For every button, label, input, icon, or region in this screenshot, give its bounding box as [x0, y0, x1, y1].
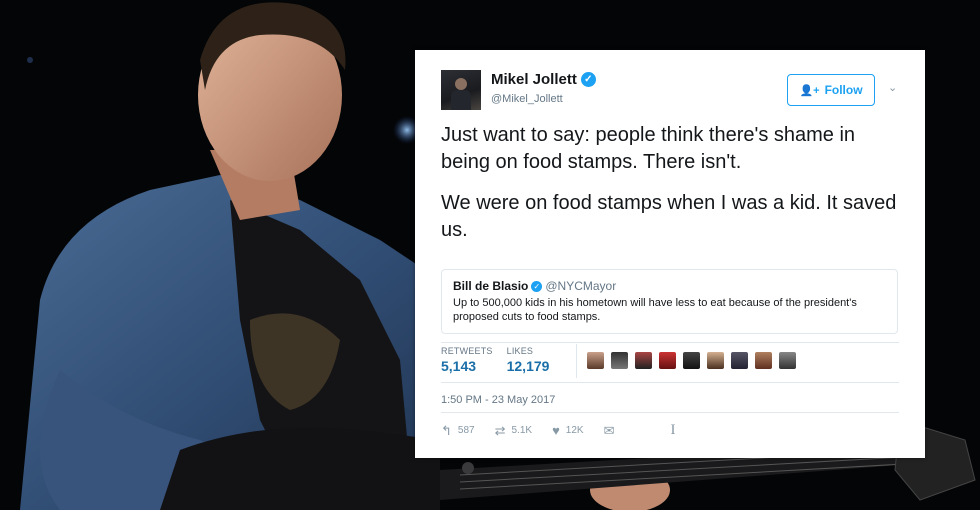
- author-name[interactable]: Mikel Jollett: [491, 71, 577, 88]
- tweet-text: Just want to say: people think there's s…: [441, 122, 901, 258]
- liker-avatar[interactable]: [635, 352, 652, 369]
- direct-message-button[interactable]: ✉: [604, 423, 621, 439]
- follow-button[interactable]: 👤+ Follow: [787, 74, 875, 106]
- divider: [441, 342, 899, 343]
- retweets-stat[interactable]: RETWEETS 5,143: [441, 346, 493, 374]
- quoted-tweet-text: Up to 500,000 kids in his hometown will …: [453, 297, 857, 323]
- like-button[interactable]: ♥ 12K: [552, 423, 584, 438]
- avatar[interactable]: [441, 70, 481, 110]
- reply-icon: ↰: [441, 422, 452, 438]
- author-handle[interactable]: @Mikel_Jollett: [491, 93, 563, 105]
- tweet-card: Mikel Jollett ✓ @Mikel_Jollett 👤+ Follow…: [415, 50, 925, 458]
- divider: [576, 344, 577, 378]
- liker-avatar[interactable]: [659, 352, 676, 369]
- likes-value: 12,179: [506, 358, 550, 374]
- tweet-paragraph: Just want to say: people think there's s…: [441, 124, 856, 173]
- tweet-stats: RETWEETS 5,143 LIKES 12,179: [441, 346, 563, 374]
- text-cursor-icon: I: [670, 422, 676, 438]
- author-name-row: Mikel Jollett ✓: [491, 71, 596, 88]
- direct-message-icon: ✉: [603, 422, 615, 438]
- heart-icon: ♥: [552, 423, 560, 438]
- retweets-label: RETWEETS: [441, 346, 493, 356]
- quoted-author-handle: @NYCMayor: [545, 279, 617, 293]
- liker-avatar[interactable]: [731, 352, 748, 369]
- retweets-value: 5,143: [441, 358, 477, 374]
- verified-badge-icon: ✓: [531, 280, 543, 292]
- retweet-button[interactable]: ⇄ 5.1K: [495, 423, 532, 439]
- liker-avatar[interactable]: [707, 352, 724, 369]
- liker-avatar[interactable]: [587, 352, 604, 369]
- like-count: 12K: [565, 425, 584, 436]
- retweet-icon: ⇄: [494, 422, 506, 438]
- divider: [441, 412, 899, 413]
- quoted-tweet-header: Bill de Blasio ✓ @NYCMayor: [453, 279, 886, 293]
- tweet-timestamp[interactable]: 1:50 PM - 23 May 2017: [441, 394, 555, 406]
- liker-avatar[interactable]: [611, 352, 628, 369]
- tweet-actions: ↰ 587 ⇄ 5.1K ♥ 12K ✉ I: [441, 422, 676, 439]
- likes-label: LIKES: [506, 346, 534, 356]
- quoted-author-name: Bill de Blasio: [453, 279, 529, 293]
- liker-avatar[interactable]: [779, 352, 796, 369]
- retweet-count: 5.1K: [511, 425, 533, 436]
- quoted-tweet[interactable]: Bill de Blasio ✓ @NYCMayor Up to 500,000…: [441, 269, 898, 334]
- person-add-icon: 👤+: [799, 84, 820, 97]
- follow-label: Follow: [824, 83, 863, 97]
- chevron-down-icon[interactable]: ⌄: [888, 81, 897, 94]
- likers-avatars: [587, 352, 803, 369]
- likes-stat[interactable]: LIKES 12,179: [507, 346, 550, 374]
- liker-avatar[interactable]: [755, 352, 772, 369]
- tweet-paragraph: We were on food stamps when I was a kid.…: [441, 192, 897, 241]
- reply-count: 587: [457, 425, 475, 436]
- reply-button[interactable]: ↰ 587: [441, 423, 475, 439]
- verified-badge-icon: ✓: [580, 72, 596, 87]
- liker-avatar[interactable]: [683, 352, 700, 369]
- divider: [441, 382, 899, 383]
